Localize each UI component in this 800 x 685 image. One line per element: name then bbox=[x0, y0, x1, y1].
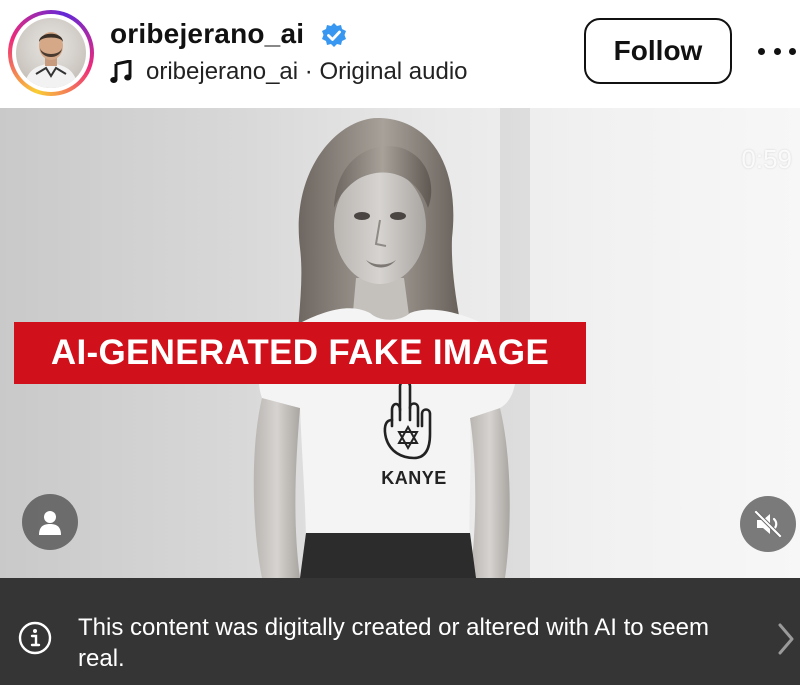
profile-avatar[interactable] bbox=[8, 10, 94, 96]
audio-label: oribejerano_ai · Original audio bbox=[146, 58, 468, 85]
tagged-users-button[interactable] bbox=[22, 494, 78, 550]
post-header: oribejerano_ai oribejerano_ai · Original… bbox=[0, 0, 800, 108]
ai-fake-banner: AI-GENERATED FAKE IMAGE bbox=[14, 322, 586, 384]
mute-icon bbox=[754, 510, 782, 538]
ai-notice-text: This content was digitally created or al… bbox=[78, 614, 709, 672]
video-timer: 0:59 bbox=[741, 144, 792, 174]
music-note-icon bbox=[110, 60, 132, 83]
user-icon bbox=[39, 511, 61, 535]
post-media[interactable]: 0:59 AI-GENERATED FAKE IMAGE KANYE bbox=[0, 108, 800, 578]
username[interactable]: oribejerano_ai bbox=[110, 18, 304, 50]
verified-badge-icon bbox=[322, 23, 346, 47]
follow-button[interactable]: Follow bbox=[584, 18, 732, 84]
shirt-text: KANYE bbox=[381, 468, 447, 488]
mute-button[interactable] bbox=[740, 496, 796, 552]
chevron-right-icon[interactable] bbox=[776, 622, 796, 656]
avatar-photo bbox=[16, 18, 86, 88]
info-icon bbox=[18, 621, 52, 655]
audio-link[interactable]: oribejerano_ai · Original audio bbox=[110, 57, 468, 87]
more-options-icon[interactable] bbox=[758, 38, 796, 64]
